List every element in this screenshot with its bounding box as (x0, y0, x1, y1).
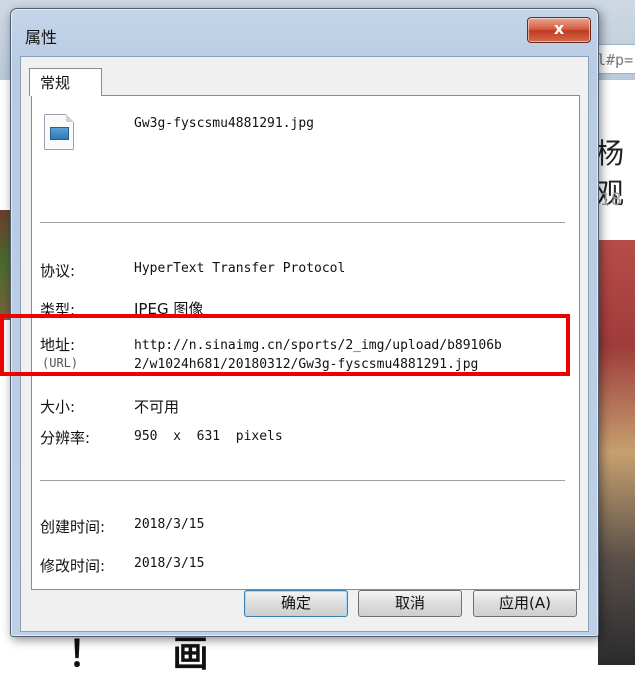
ok-button[interactable]: 确定 (244, 590, 348, 617)
separator (40, 480, 565, 482)
created-value: 2018/3/15 (134, 517, 205, 532)
apply-button[interactable]: 应用(A) (473, 590, 577, 617)
separator (40, 222, 565, 224)
size-label: 大小: (40, 398, 76, 416)
url-highlight-box (0, 314, 570, 376)
dialog-title: 属性 (25, 28, 58, 47)
close-icon: x (553, 19, 565, 38)
protocol-label: 协议: (40, 262, 76, 280)
protocol-value: HyperText Transfer Protocol (134, 261, 346, 276)
jpeg-file-icon (44, 114, 74, 150)
cancel-button[interactable]: 取消 (358, 590, 462, 617)
created-label: 创建时间: (40, 518, 106, 536)
resolution-value: 950 x 631 pixels (134, 429, 283, 444)
file-name: Gw3g-fyscsmu4881291.jpg (134, 116, 315, 131)
close-button[interactable]: x (527, 17, 591, 43)
background-photo-right (598, 240, 635, 665)
modified-value: 2018/3/15 (134, 556, 205, 571)
background-number: 18 (600, 190, 622, 210)
size-value: 不可用 (134, 398, 180, 416)
modified-label: 修改时间: (40, 557, 106, 575)
resolution-label: 分辨率: (40, 429, 91, 447)
tab-general[interactable]: 常规 (29, 68, 102, 96)
